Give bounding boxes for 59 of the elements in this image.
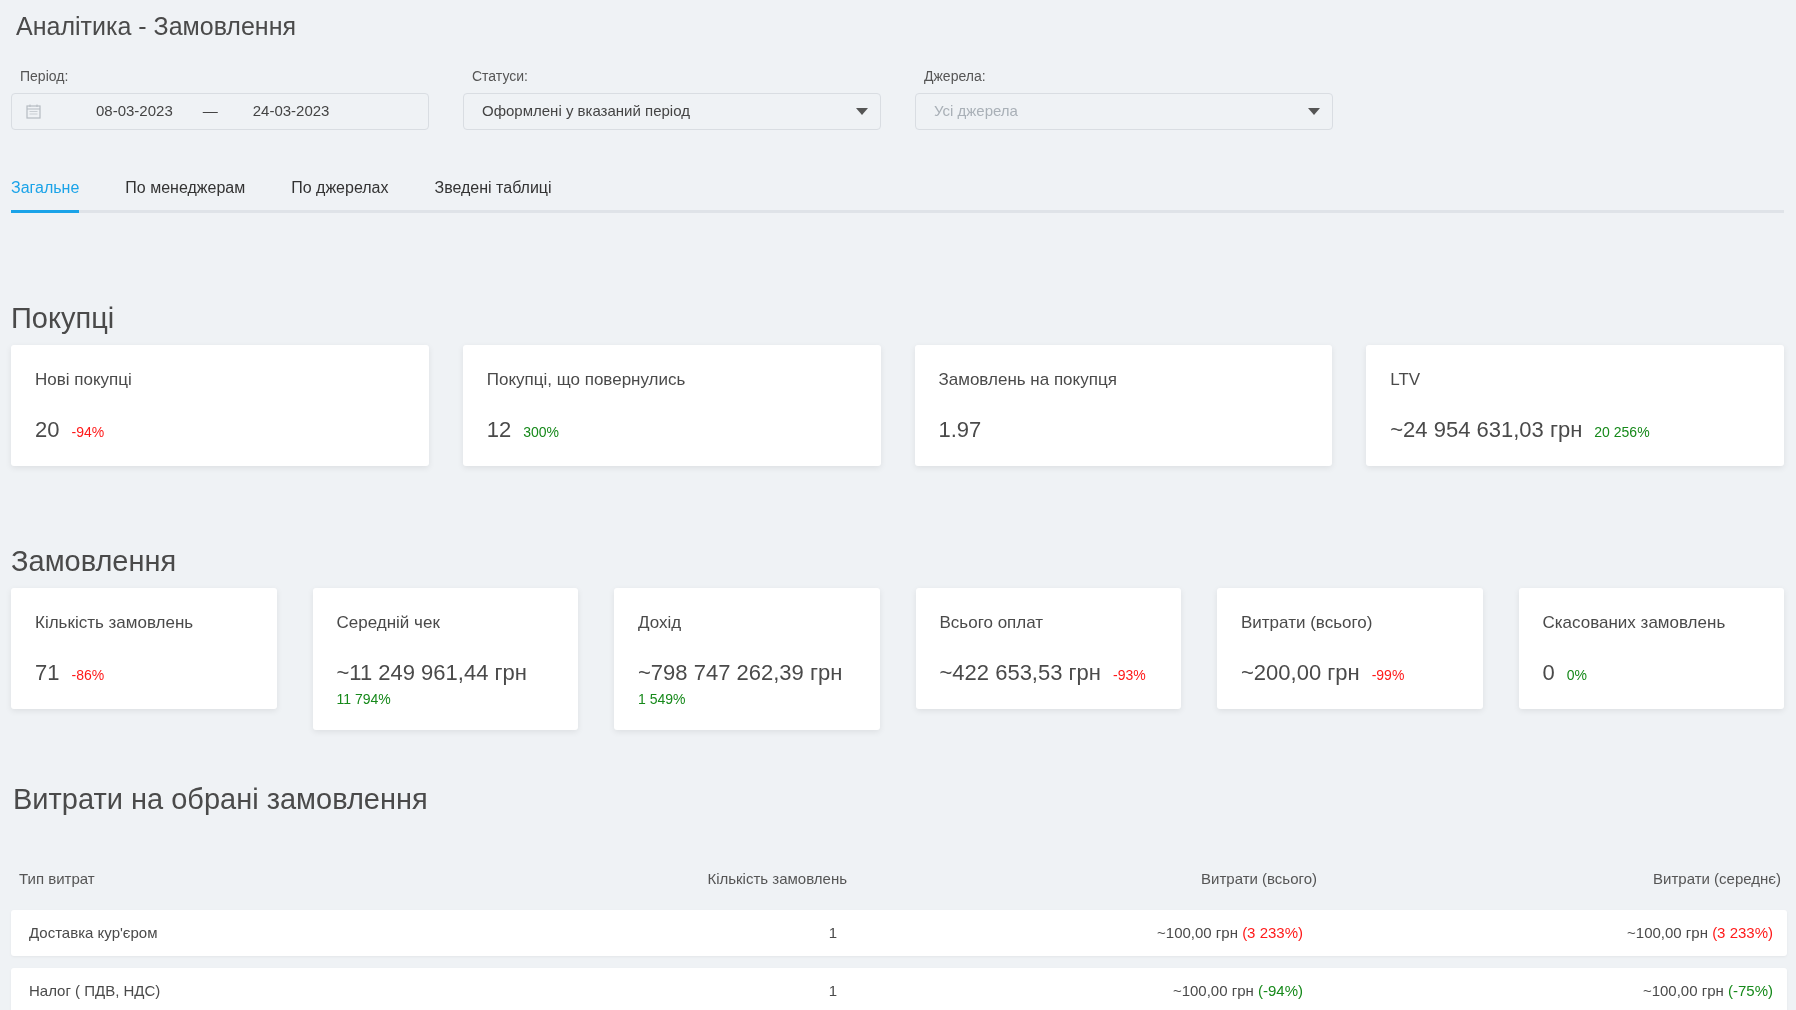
metric-label: Середній чек [336,612,440,634]
metric-value: 20 [35,415,60,444]
change-percent: -99% [1371,665,1405,685]
metric-value: 1.97 [938,415,982,444]
metric-value: ~11 249 961,44 грн [336,658,527,687]
section-heading: Витрати на обрані замовлення [13,781,428,816]
section-heading: Покупці [11,301,115,335]
table-cell: Налог ( ПДВ, НДС) [29,981,161,999]
change-percent: 20 256% [1594,422,1650,442]
field-label: Статуси: [472,67,528,86]
table-cell-text: ~100,00 грн (3 233%) [1157,922,1303,943]
metric-value: ~422 653,53 грн [939,658,1101,687]
date-to: 24-03-2023 [252,101,330,122]
change-percent: 1 549% [638,689,686,709]
change-percent: 300% [523,422,560,442]
field-label: Джерела: [924,67,986,86]
change-percent: 11 794% [336,689,391,709]
metric-label: Кількість замовлень [35,612,194,634]
table-cell: Доставка кур'єром [29,923,158,941]
column-header: Витрати (всього) [1201,868,1317,889]
field-label: Період: [20,67,69,86]
metric-label: Дохід [638,612,682,634]
column-header: Кількість замовлень [707,868,847,889]
table-cell-text: ~100,00 грн (-75%) [1642,980,1773,1001]
calendar-icon [26,104,41,119]
date-range-field[interactable]: 08-03-2023 — 24-03-2023 [11,93,429,130]
section-heading: Замовлення [11,544,177,578]
metric-label: Скасованих замовлень [1542,612,1726,634]
change-percent: -86% [71,665,105,685]
tab[interactable]: По джерелах [291,176,389,213]
metric-value: ~24 954 631,03 грн [1390,415,1583,444]
metric-label: Всього оплат [939,612,1044,634]
change-percent: 0% [1566,665,1587,685]
metric-label: Замовлень на покупця [938,369,1117,391]
page-title: Аналітика - Замовлення [16,12,297,40]
tab[interactable]: Зведені таблиці [434,176,552,213]
date-from: 08-03-2023 [96,101,173,122]
table-cell-text: 1 [828,980,837,1001]
column-header: Витрати (середнє) [1653,868,1781,889]
metric-label: Покупці, що повернулись [486,369,686,391]
caret-icon [856,108,868,115]
table-cell-text: ~100,00 грн (3 233%) [1627,922,1773,943]
metric-value: 71 [35,658,60,687]
change-percent: -94% [71,422,105,442]
metric-value: ~200,00 грн [1241,658,1360,687]
table-cell-text: ~100,00 грн (-94%) [1172,980,1303,1001]
metric-value: 0 [1542,658,1555,687]
table-cell-text: 1 [828,922,837,943]
change-percent: -93% [1113,665,1146,685]
tab[interactable]: По менеджерам [125,176,246,213]
caret-icon [1308,108,1320,115]
status-dropdown[interactable]: Оформлені у вказаний період [463,93,881,130]
metric-label: Витрати (всього) [1241,612,1373,634]
metric-label: LTV [1390,369,1421,391]
date-separator: — [202,101,218,122]
metric-value: 12 [486,415,512,444]
metric-label: Нові покупці [35,369,132,391]
metric-value: ~798 747 262,39 грн [638,658,843,687]
column-header: Тип витрат [19,869,95,887]
